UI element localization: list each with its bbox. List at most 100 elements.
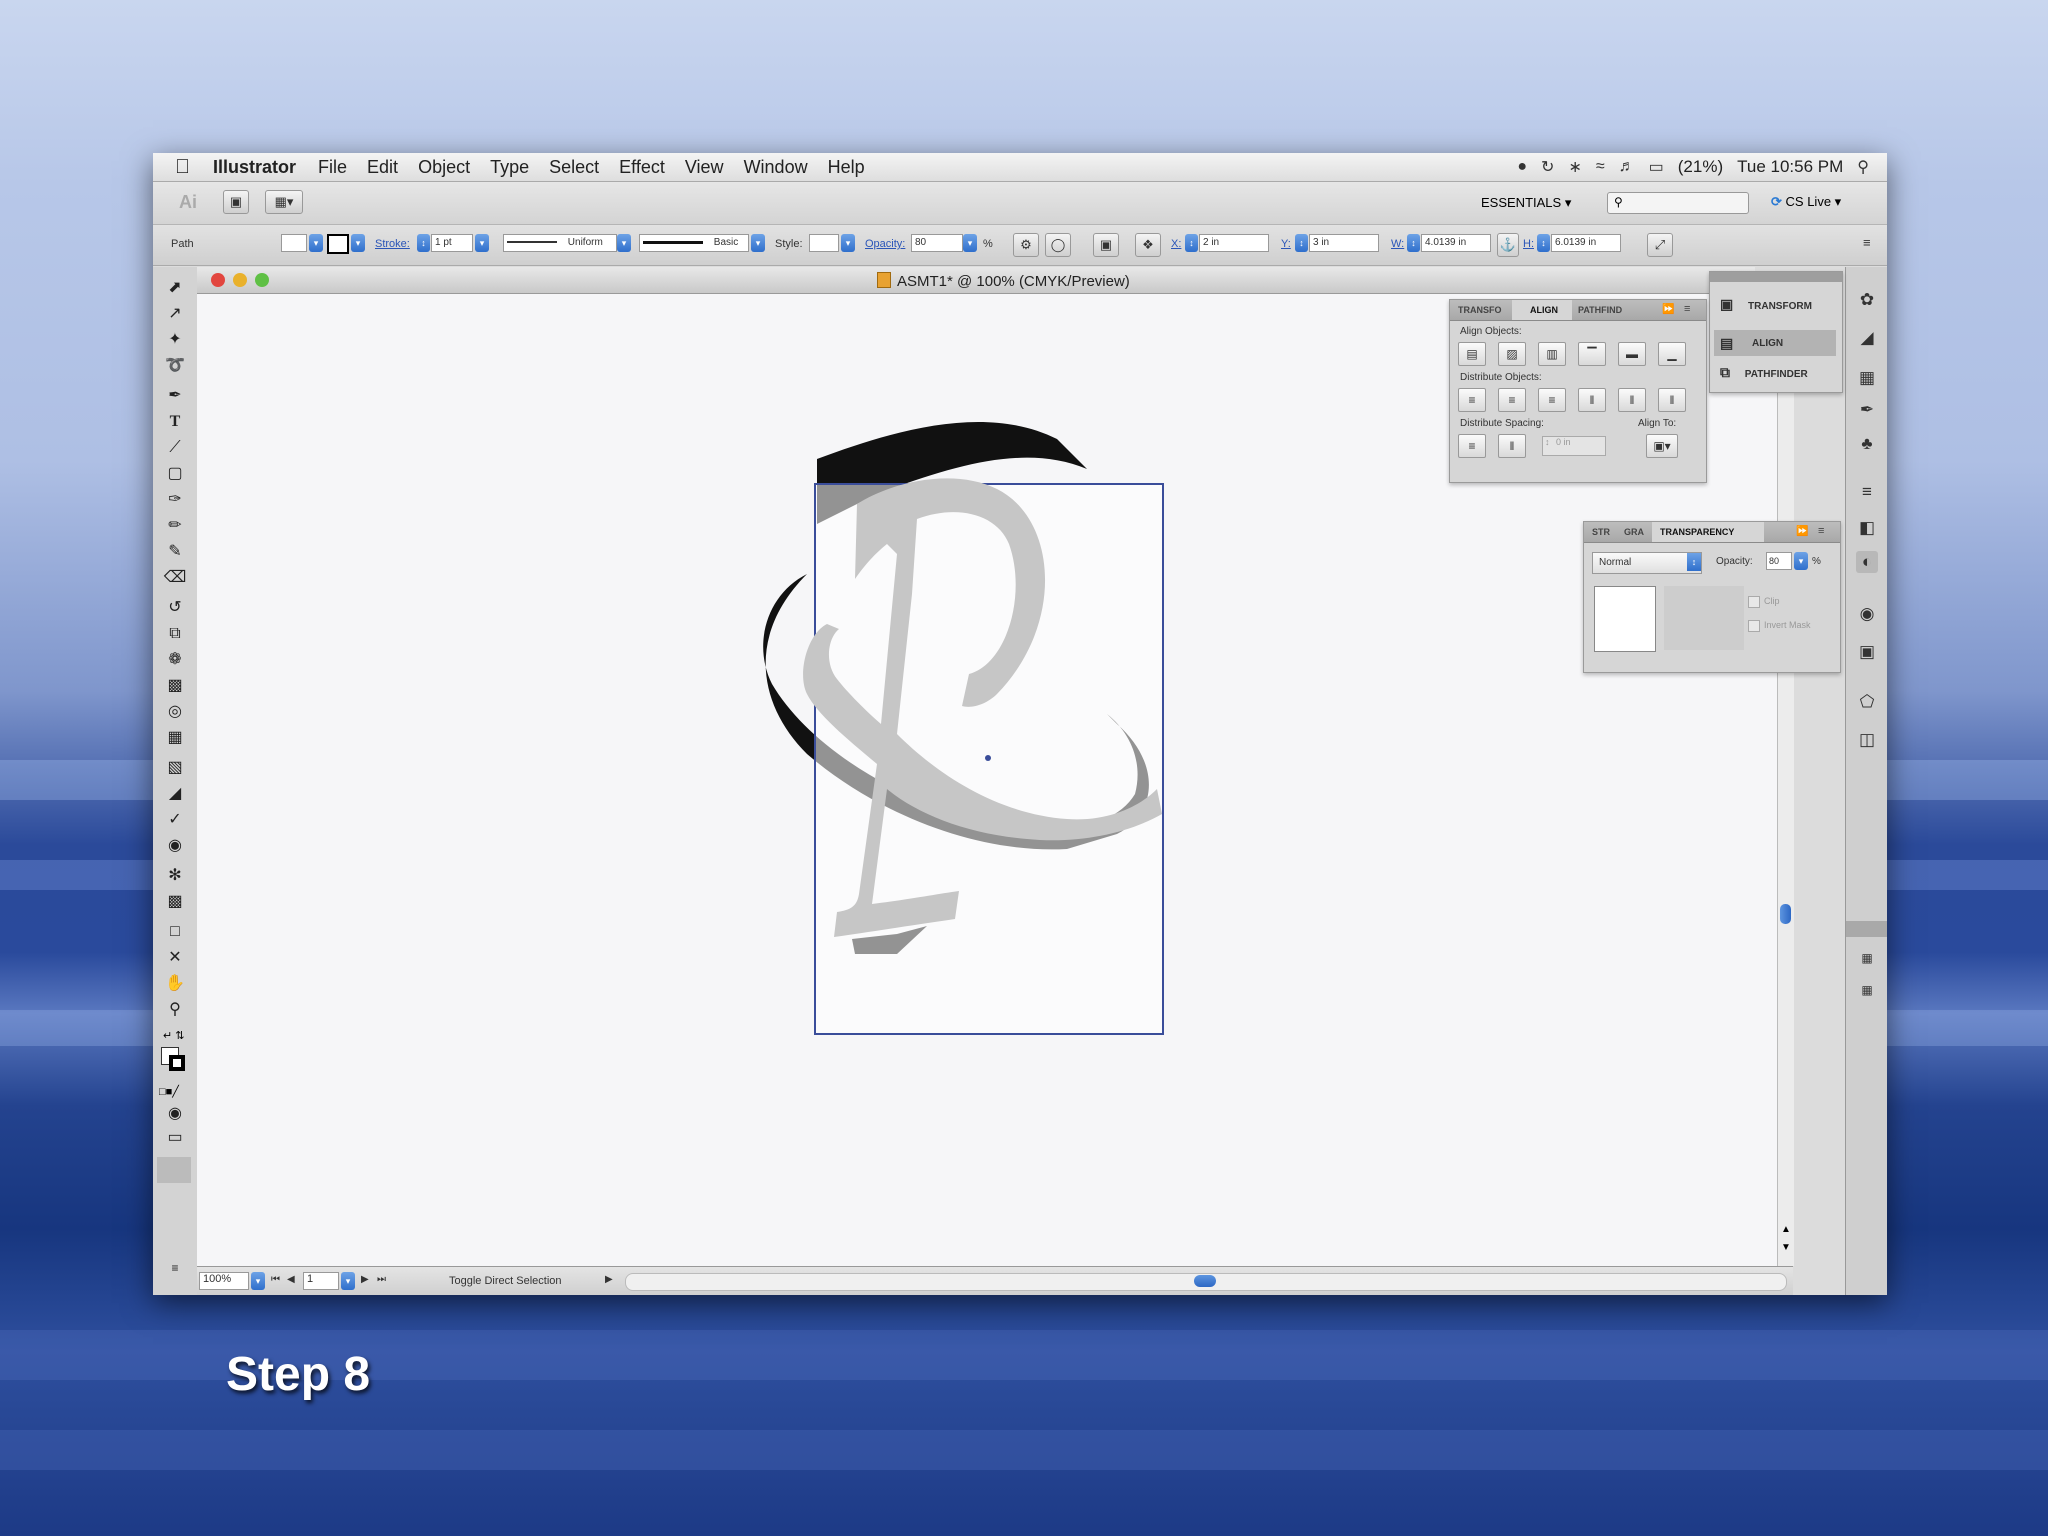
- blend-mode-select[interactable]: Normal ↕: [1592, 552, 1702, 574]
- h-label[interactable]: H:: [1523, 238, 1534, 250]
- selection-center-point[interactable]: [985, 755, 991, 761]
- fill-dropdown[interactable]: ▾: [309, 234, 323, 252]
- artboards-panel-icon[interactable]: ◫: [1856, 729, 1878, 751]
- distribute-horizontal-center-button[interactable]: ‖: [1618, 388, 1646, 412]
- search-field[interactable]: ⚲: [1607, 192, 1749, 214]
- menu-effect[interactable]: Effect: [619, 157, 665, 178]
- isolate-group-button[interactable]: ◯: [1045, 233, 1071, 257]
- battery-icon[interactable]: ▭: [1649, 157, 1664, 177]
- arrange-documents-button[interactable]: ▦▾: [265, 190, 303, 214]
- volume-icon[interactable]: ♬: [1619, 158, 1635, 176]
- graphic-styles-panel-icon[interactable]: ▣: [1856, 641, 1878, 663]
- spotlight-icon[interactable]: ⚲: [1857, 157, 1869, 177]
- clock[interactable]: Tue 10:56 PM: [1737, 157, 1843, 177]
- stroke-label[interactable]: Stroke:: [375, 238, 410, 250]
- distribute-bottom-button[interactable]: ≡: [1538, 388, 1566, 412]
- menu-help[interactable]: Help: [828, 157, 865, 178]
- stroke-color-swatch[interactable]: [169, 1055, 185, 1071]
- color-modes-icon[interactable]: □■╱: [159, 1085, 179, 1098]
- bridge-button[interactable]: ▣: [223, 190, 249, 214]
- rectangle-tool-icon[interactable]: ▢: [163, 463, 187, 485]
- x-field[interactable]: 2 in: [1199, 234, 1269, 252]
- gradient-tool-icon[interactable]: ◢: [163, 783, 187, 805]
- control-bar-menu-icon[interactable]: ≡: [1863, 235, 1871, 250]
- workspace-switcher[interactable]: ESSENTIALS ▾: [1481, 195, 1571, 211]
- align-left-button[interactable]: ▤: [1458, 342, 1486, 366]
- gradient-panel-icon[interactable]: ◧: [1856, 517, 1878, 539]
- opacity-field[interactable]: 80: [911, 234, 963, 252]
- opacity-dropdown[interactable]: ▾: [963, 234, 977, 252]
- rotate-tool-icon[interactable]: ↺: [163, 597, 187, 619]
- previous-artboard-icon[interactable]: ◀: [287, 1274, 295, 1285]
- cs-live-button[interactable]: ⟳ CS Live ▾: [1771, 194, 1841, 210]
- w-field[interactable]: 4.0139 in: [1421, 234, 1491, 252]
- warp-tool-icon[interactable]: ❁: [163, 649, 187, 671]
- h-stepper[interactable]: ↕: [1537, 234, 1550, 252]
- fill-swatch[interactable]: [281, 234, 307, 252]
- selection-tool-icon[interactable]: ⬈: [163, 277, 187, 299]
- align-to-selection-button[interactable]: ▣▾: [1646, 434, 1678, 458]
- brush-dropdown[interactable]: ▾: [751, 234, 765, 252]
- magic-wand-tool-icon[interactable]: ✦: [163, 329, 187, 351]
- dock-item-transform[interactable]: ▣ TRANSFORM: [1720, 296, 1812, 313]
- transparency-panel-icon[interactable]: ◐: [1856, 551, 1878, 573]
- tab-align[interactable]: ALIGN: [1530, 305, 1558, 315]
- distribute-left-button[interactable]: ‖: [1578, 388, 1606, 412]
- pen-tool-icon[interactable]: ✒: [163, 385, 187, 407]
- tab-pathfinder[interactable]: PATHFIND: [1578, 305, 1622, 315]
- next-artboard-icon[interactable]: ▶: [361, 1274, 369, 1285]
- brush-definition[interactable]: Basic: [639, 234, 749, 252]
- eyedropper-tool-icon[interactable]: ✓: [163, 809, 187, 831]
- line-tool-icon[interactable]: ⟋: [163, 437, 187, 459]
- scale-tool-icon[interactable]: ⧉: [163, 623, 187, 645]
- zoom-dropdown[interactable]: ▾: [251, 1272, 265, 1290]
- dock-extra-icon-2[interactable]: ▦: [1856, 979, 1878, 1001]
- align-bottom-button[interactable]: ▁: [1658, 342, 1686, 366]
- tab-transparency[interactable]: TRANSPARENCY: [1660, 527, 1734, 537]
- scroll-down-arrow-icon[interactable]: ▼: [1781, 1242, 1791, 1253]
- blob-brush-tool-icon[interactable]: ✎: [163, 541, 187, 563]
- type-tool-icon[interactable]: T: [163, 411, 187, 433]
- wifi-icon[interactable]: ≈: [1596, 158, 1605, 176]
- spacing-field[interactable]: ↕ 0 in: [1542, 436, 1606, 456]
- zoom-field[interactable]: 100%: [199, 1272, 249, 1290]
- swap-colors-icon[interactable]: ↵ ⇅: [163, 1029, 185, 1042]
- artboard-dropdown[interactable]: ▾: [341, 1272, 355, 1290]
- clip-checkbox[interactable]: [1748, 596, 1760, 608]
- zoom-button[interactable]: [255, 273, 269, 287]
- bluetooth-icon[interactable]: ∗: [1568, 157, 1581, 177]
- layers-panel-icon[interactable]: ⬠: [1856, 691, 1878, 713]
- last-artboard-icon[interactable]: ⏭: [377, 1274, 386, 1285]
- menu-object[interactable]: Object: [418, 157, 470, 178]
- appearance-panel-icon[interactable]: ◉: [1856, 603, 1878, 625]
- symbols-panel-icon[interactable]: ♣: [1856, 433, 1878, 455]
- transform-each-button[interactable]: ⤢: [1647, 233, 1673, 257]
- paintbrush-tool-icon[interactable]: ✑: [163, 489, 187, 511]
- time-machine-icon[interactable]: ↻: [1541, 157, 1554, 177]
- y-label[interactable]: Y:: [1281, 238, 1291, 250]
- transparency-opacity-dropdown[interactable]: ▾: [1794, 552, 1808, 570]
- y-field[interactable]: 3 in: [1309, 234, 1379, 252]
- tab-gradient[interactable]: GRA: [1624, 527, 1644, 537]
- apple-icon[interactable]: : [175, 157, 195, 177]
- drawing-modes-icon[interactable]: ◉: [163, 1103, 187, 1125]
- stroke-weight-dropdown[interactable]: ▾: [475, 234, 489, 252]
- stroke-stepper[interactable]: ↕: [417, 234, 430, 252]
- graphic-style-swatch[interactable]: [809, 234, 839, 252]
- transparency-panel-menu-icon[interactable]: ≡: [1818, 525, 1824, 537]
- align-horizontal-center-button[interactable]: ▨: [1498, 342, 1526, 366]
- menu-type[interactable]: Type: [490, 157, 529, 178]
- stroke-color-dropdown[interactable]: ▾: [351, 234, 365, 252]
- slice-tool-icon[interactable]: ✕: [163, 947, 187, 969]
- align-panel-menu-icon[interactable]: ≡: [1684, 303, 1690, 315]
- color-guide-panel-icon[interactable]: ◢: [1856, 327, 1878, 349]
- status-dot-icon[interactable]: ●: [1517, 158, 1527, 176]
- horizontal-distribute-space-button[interactable]: ‖: [1498, 434, 1526, 458]
- toolbox-grip-icon[interactable]: ≡: [163, 1257, 187, 1279]
- opacity-label[interactable]: Opacity:: [865, 238, 905, 250]
- graphic-style-dropdown[interactable]: ▾: [841, 234, 855, 252]
- vertical-scroll-thumb[interactable]: [1780, 904, 1791, 924]
- dock-item-pathfinder[interactable]: ⧉ PATHFINDER: [1720, 364, 1808, 381]
- h-field[interactable]: 6.0139 in: [1551, 234, 1621, 252]
- align-right-button[interactable]: ▥: [1538, 342, 1566, 366]
